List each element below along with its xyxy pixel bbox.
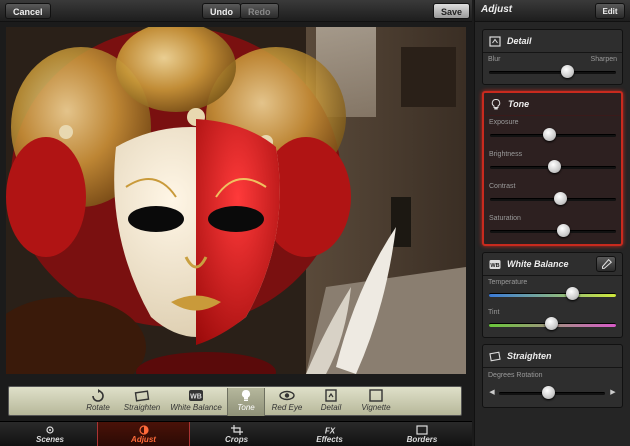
red-eye-icon bbox=[279, 390, 295, 401]
bottom-navigation: Scenes Adjust Crops FX Effects Borders bbox=[0, 421, 472, 446]
temperature-slider-knob[interactable] bbox=[566, 287, 580, 300]
tool-label: Straighten bbox=[123, 403, 161, 412]
detail-title: Detail bbox=[507, 36, 532, 46]
white-balance-icon: WB bbox=[189, 390, 203, 401]
tone-section: Tone Exposure Brightness Contrast Satura… bbox=[482, 91, 623, 246]
straighten-icon bbox=[489, 351, 501, 362]
detail-slider-track[interactable] bbox=[489, 71, 616, 74]
divider bbox=[484, 115, 621, 116]
eyedropper-icon bbox=[601, 258, 613, 269]
tone-header[interactable]: Tone bbox=[488, 97, 619, 113]
exposure-slider-knob[interactable] bbox=[542, 128, 556, 141]
detail-slider-knob[interactable] bbox=[561, 65, 575, 78]
temperature-label: Temperature bbox=[488, 279, 528, 286]
contrast-slider-track[interactable] bbox=[490, 198, 616, 201]
adjust-icon bbox=[138, 425, 149, 435]
nav-label: Adjust bbox=[131, 435, 156, 444]
tone-icon bbox=[241, 389, 251, 401]
nav-crops[interactable]: Crops bbox=[190, 422, 283, 446]
exposure-label: Exposure bbox=[489, 119, 519, 126]
detail-section: Detail Blur Sharpen bbox=[482, 29, 623, 85]
tool-label: Detail bbox=[320, 403, 342, 412]
rotate-right-button[interactable]: ▶ bbox=[608, 387, 618, 399]
straighten-title: Straighten bbox=[507, 351, 552, 361]
white-balance-title: White Balance bbox=[507, 259, 569, 269]
nav-scenes[interactable]: Scenes bbox=[5, 422, 95, 446]
saturation-slider-track[interactable] bbox=[490, 230, 616, 233]
venetian-mask-photo bbox=[6, 27, 466, 374]
save-button[interactable]: Save bbox=[433, 3, 471, 19]
saturation-label: Saturation bbox=[489, 215, 521, 222]
straighten-icon bbox=[134, 390, 150, 402]
rotation-slider-knob[interactable] bbox=[542, 386, 556, 399]
white-balance-section: WB White Balance Temperature Tint bbox=[482, 252, 623, 338]
svg-text:FX: FX bbox=[324, 427, 335, 436]
borders-icon bbox=[416, 425, 428, 435]
panel-header: Adjust Edit bbox=[475, 0, 630, 22]
scenes-icon bbox=[46, 426, 54, 434]
contrast-slider-knob[interactable] bbox=[554, 192, 568, 205]
svg-text:WB: WB bbox=[190, 394, 202, 401]
nav-adjust[interactable]: Adjust bbox=[97, 422, 190, 446]
tool-straighten[interactable]: Straighten bbox=[119, 388, 165, 416]
divider bbox=[483, 275, 622, 276]
brightness-label: Brightness bbox=[489, 151, 523, 158]
sharpen-label: Sharpen bbox=[590, 56, 617, 63]
redo-button[interactable]: Redo bbox=[240, 3, 279, 19]
tool-detail[interactable]: Detail bbox=[315, 388, 347, 416]
tool-tone[interactable]: Tone bbox=[227, 388, 265, 416]
rotate-icon bbox=[92, 389, 104, 402]
degrees-rotation-label: Degrees Rotation bbox=[488, 372, 543, 379]
cancel-button[interactable]: Cancel bbox=[5, 3, 51, 19]
undo-button[interactable]: Undo bbox=[202, 3, 241, 19]
panel-title: Adjust bbox=[481, 4, 513, 15]
nav-borders[interactable]: Borders bbox=[376, 422, 468, 446]
adjust-tool-strip: Rotate Straighten WB White Balance Tone … bbox=[8, 386, 462, 416]
temperature-slider-track[interactable] bbox=[489, 293, 616, 297]
edit-button[interactable]: Edit bbox=[595, 3, 625, 19]
tool-white-balance[interactable]: WB White Balance bbox=[168, 388, 224, 416]
nav-label: Borders bbox=[406, 435, 438, 444]
lightbulb-icon bbox=[491, 99, 501, 110]
eyedropper-button[interactable] bbox=[596, 256, 616, 272]
tool-label: Red Eye bbox=[271, 403, 303, 412]
divider bbox=[483, 52, 622, 53]
nav-label: Crops bbox=[224, 435, 249, 444]
straighten-header[interactable]: Straighten bbox=[487, 349, 618, 365]
svg-text:WB: WB bbox=[490, 263, 499, 269]
tone-title: Tone bbox=[508, 99, 530, 109]
detail-icon bbox=[489, 36, 501, 47]
tool-red-eye[interactable]: Red Eye bbox=[269, 388, 305, 416]
vignette-icon bbox=[369, 389, 383, 402]
nav-label: Scenes bbox=[35, 435, 65, 444]
effects-icon: FX bbox=[324, 427, 335, 436]
tool-rotate[interactable]: Rotate bbox=[82, 388, 114, 416]
nav-label: Effects bbox=[316, 435, 343, 444]
tint-slider-knob[interactable] bbox=[544, 317, 558, 330]
brightness-slider-knob[interactable] bbox=[547, 160, 561, 173]
photo-canvas[interactable] bbox=[6, 27, 466, 374]
top-toolbar: Cancel Undo Redo Save bbox=[0, 0, 472, 22]
blur-label: Blur bbox=[488, 56, 501, 63]
detail-header[interactable]: Detail bbox=[487, 34, 618, 50]
divider bbox=[483, 367, 622, 368]
tool-vignette[interactable]: Vignette bbox=[356, 388, 396, 416]
contrast-label: Contrast bbox=[489, 183, 516, 190]
tool-label: White Balance bbox=[170, 403, 222, 412]
tool-label: Tone bbox=[237, 403, 255, 412]
nav-effects[interactable]: FX Effects bbox=[283, 422, 376, 446]
tool-label: Rotate bbox=[86, 403, 110, 412]
straighten-section: Straighten Degrees Rotation ◀ ▶ bbox=[482, 344, 623, 408]
rotate-left-button[interactable]: ◀ bbox=[487, 387, 497, 399]
white-balance-icon: WB bbox=[489, 260, 501, 269]
tint-label: Tint bbox=[488, 309, 500, 316]
saturation-slider-knob[interactable] bbox=[556, 224, 570, 237]
crops-icon bbox=[230, 425, 243, 435]
detail-icon bbox=[325, 389, 337, 402]
tool-label: Vignette bbox=[361, 403, 391, 412]
